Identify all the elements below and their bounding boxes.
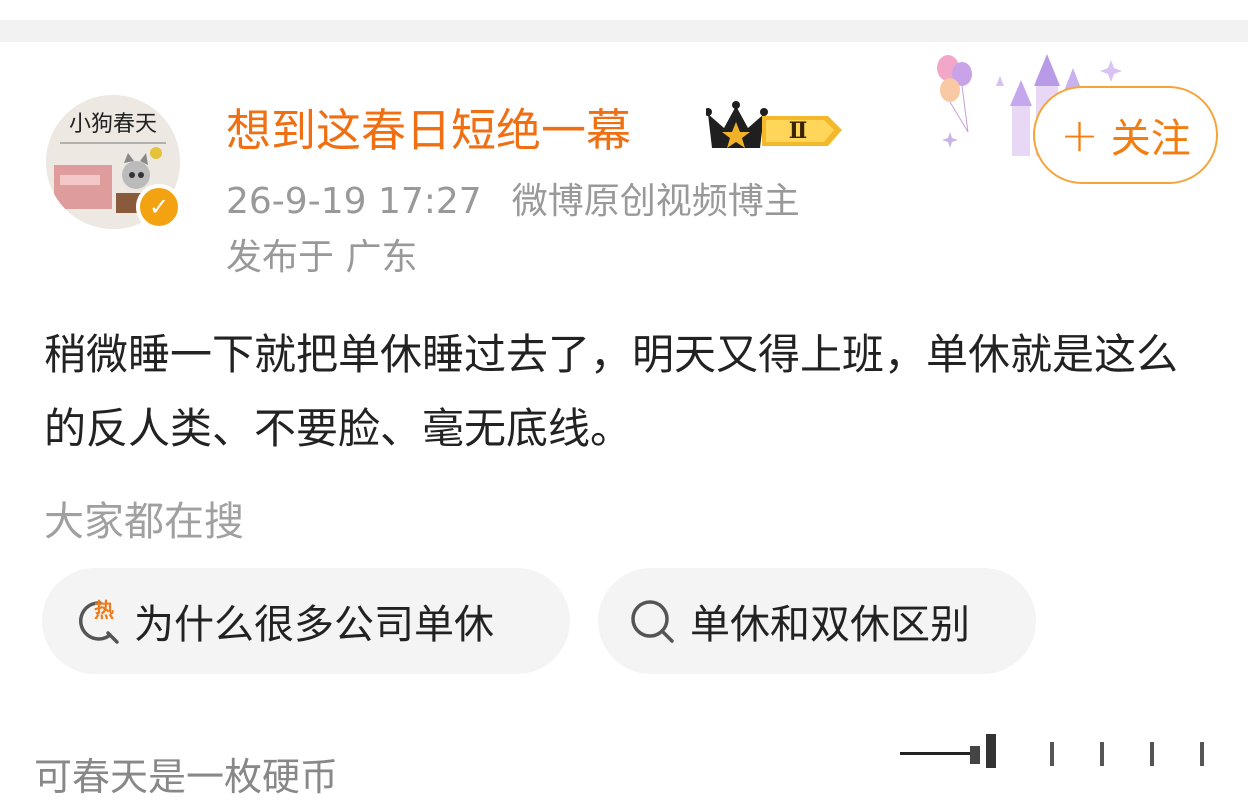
post-meta: 26-9-19 17:27 微博原创视频博主	[226, 180, 800, 224]
plus-icon: +	[1060, 108, 1099, 162]
hot-search-icon: 热	[79, 598, 119, 644]
top-white-strip	[0, 0, 1248, 20]
post-location: 发布于 广东	[226, 237, 418, 278]
search-chip-1[interactable]: 热 为什么很多公司单休	[42, 568, 570, 674]
search-icon	[631, 600, 674, 643]
top-separator-band	[0, 0, 1248, 42]
search-chip-label: 为什么很多公司单休	[134, 602, 494, 648]
search-chip-2[interactable]: 单休和双休区别	[598, 568, 1036, 674]
avatar-caption: 小狗春天	[69, 112, 157, 137]
hot-label: 热	[94, 598, 114, 622]
username[interactable]: 想到这春日短绝一幕	[226, 103, 631, 159]
next-post-author[interactable]: 可春天是一枚硬币	[34, 752, 338, 802]
post-time: 26-9-19 17:27	[226, 181, 482, 222]
crown-level-badge-icon: Ⅱ	[706, 101, 842, 148]
search-chip-label: 单休和双休区别	[690, 602, 970, 648]
next-post-decoration-icon	[900, 734, 1204, 768]
post-source: 微博原创视频博主	[511, 181, 800, 222]
follow-label: 关注	[1110, 116, 1191, 162]
post-content: 稍微睡一下就把单休睡过去了，明天又得上班，单休就是这么的反人类、不要脸、毫无底线…	[44, 330, 1179, 453]
level-text: Ⅱ	[789, 118, 808, 144]
follow-button[interactable]: + 关注	[1033, 86, 1218, 184]
trending-search-title: 大家都在搜	[44, 499, 244, 545]
verified-badge-icon: ✓	[136, 184, 182, 230]
